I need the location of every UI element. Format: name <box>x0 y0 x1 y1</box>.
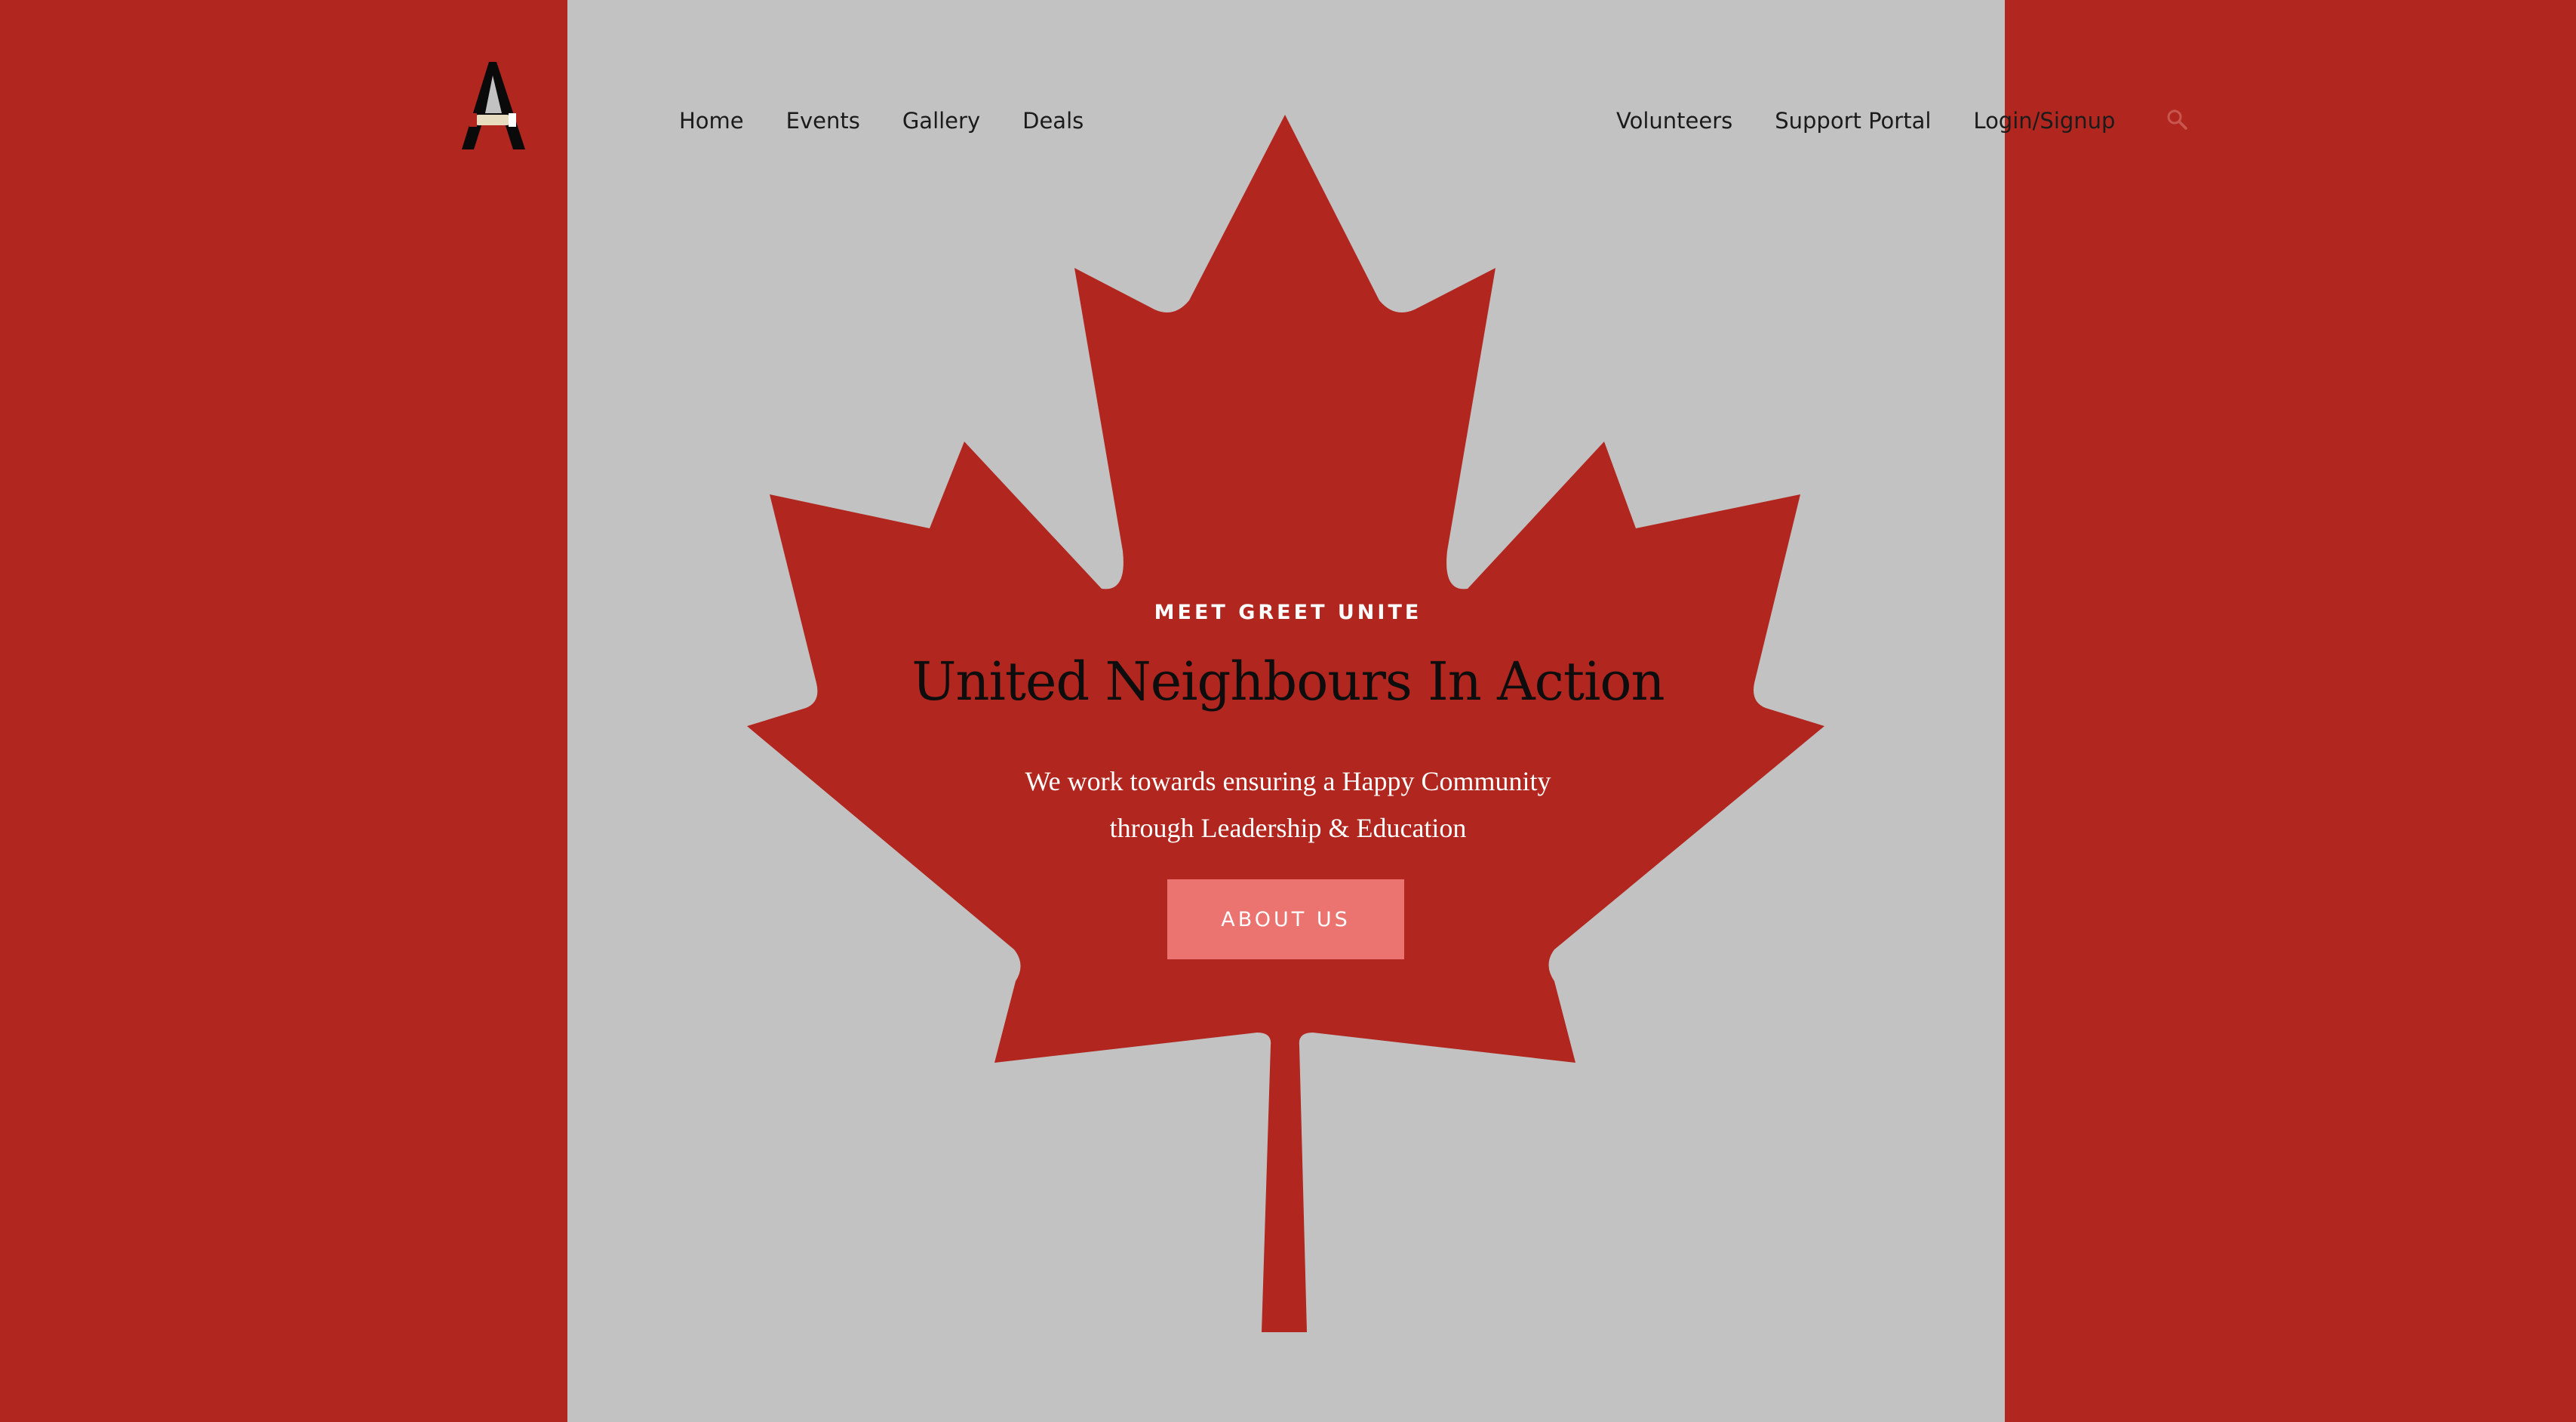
hero-subtext-line-2: through Leadership & Education <box>1109 813 1467 843</box>
primary-nav-left: Home Events Gallery Deals <box>679 102 1126 140</box>
nav-login-signup[interactable]: Login/Signup <box>1973 108 2115 134</box>
hero-subtext: We work towards ensuring a Happy Communi… <box>0 758 2576 851</box>
nav-gallery[interactable]: Gallery <box>902 108 980 134</box>
hero-headline: United Neighbours In Action <box>911 651 1665 713</box>
primary-nav-right: Volunteers Support Portal Login/Signup <box>1616 102 2115 140</box>
site-logo[interactable] <box>459 60 527 151</box>
hero-subtext-line-1: We work towards ensuring a Happy Communi… <box>1025 766 1551 796</box>
about-us-button[interactable]: ABOUT US <box>1167 879 1404 959</box>
logo-letter-a-icon <box>462 62 525 149</box>
search-icon[interactable] <box>2166 108 2188 131</box>
nav-home[interactable]: Home <box>679 108 744 134</box>
handshake-icon <box>475 115 510 125</box>
nav-deals[interactable]: Deals <box>1022 108 1084 134</box>
nav-support-portal[interactable]: Support Portal <box>1775 108 1931 134</box>
nav-volunteers[interactable]: Volunteers <box>1616 108 1732 134</box>
hero-eyebrow: MEET GREET UNITE <box>1154 601 1422 624</box>
nav-events[interactable]: Events <box>786 108 860 134</box>
